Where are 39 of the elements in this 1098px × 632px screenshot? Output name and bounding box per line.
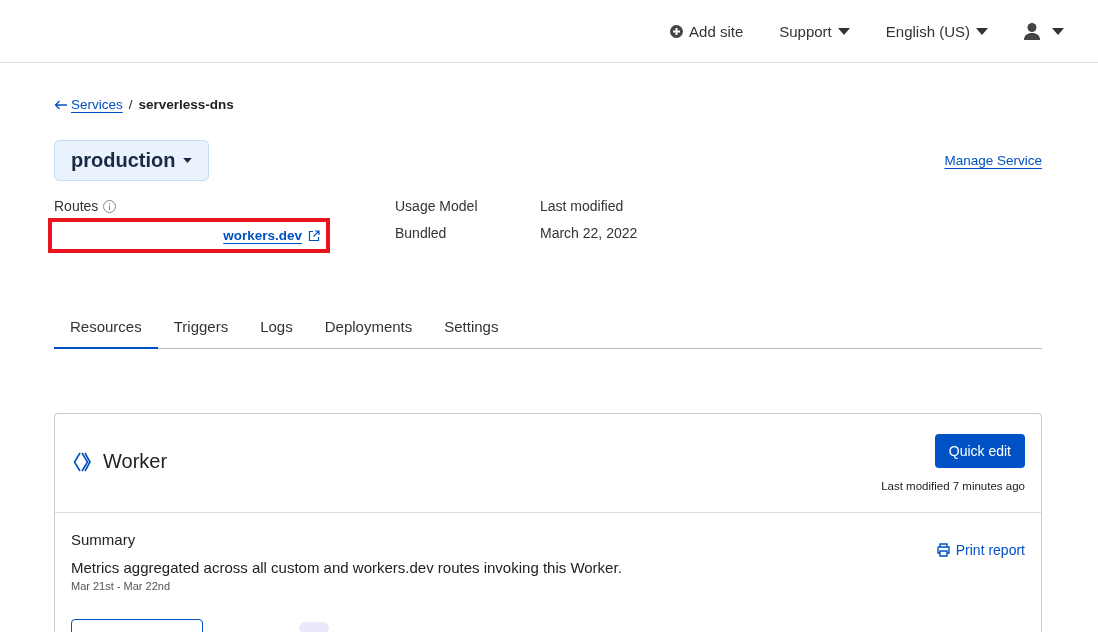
last-modified-text: Last modified 7 minutes ago <box>881 480 1025 492</box>
detail-value: March 22, 2022 <box>540 225 639 241</box>
breadcrumb-separator: / <box>128 97 133 112</box>
route-link[interactable]: workers.dev <box>223 228 302 243</box>
external-link-icon <box>308 229 320 242</box>
detail-label: Last modified <box>540 198 624 214</box>
chevrons-icon <box>73 451 91 472</box>
caret-icon <box>183 158 193 163</box>
printer-icon <box>936 543 950 557</box>
print-report-link[interactable]: Print report <box>936 541 1025 559</box>
environment-dropdown[interactable]: production <box>54 140 210 181</box>
caret-icon <box>1052 27 1064 35</box>
add-site-button[interactable]: Add site <box>670 22 744 40</box>
arrow-left-icon <box>54 99 67 110</box>
info-icon <box>103 199 117 213</box>
tab[interactable]: Deployments <box>308 308 429 349</box>
badge <box>299 622 329 632</box>
menu-dropdown[interactable]: English (US) <box>885 22 988 40</box>
account-menu-button[interactable] <box>1024 22 1064 40</box>
user-icon <box>1024 22 1040 40</box>
plus-circle-icon <box>670 24 684 38</box>
card-title: Worker <box>103 450 168 473</box>
date-range: Mar 21st - Mar 22nd <box>71 580 172 592</box>
breadcrumb-current: serverless-dns <box>138 97 234 112</box>
quick-edit-button[interactable]: Quick edit <box>934 434 1025 468</box>
detail-value: Bundled <box>395 225 448 241</box>
section-title: Summary <box>71 531 137 548</box>
menu-dropdown[interactable]: Support <box>779 22 850 40</box>
tab[interactable]: Settings <box>428 308 515 349</box>
detail-label: Usage Model <box>395 198 478 214</box>
tab[interactable]: Resources <box>54 308 158 349</box>
manage-service-link[interactable]: Manage Service <box>944 153 1042 168</box>
back-link[interactable]: Services <box>54 97 123 112</box>
caret-icon <box>837 27 850 35</box>
summary-description: Metrics aggregated across all custom and workers.dev routes invoking this Worker. <box>71 559 622 576</box>
tab[interactable]: Logs <box>244 308 309 349</box>
tab[interactable]: Triggers <box>157 308 245 349</box>
caret-icon <box>976 27 988 35</box>
detail-label: Routes <box>54 198 99 214</box>
